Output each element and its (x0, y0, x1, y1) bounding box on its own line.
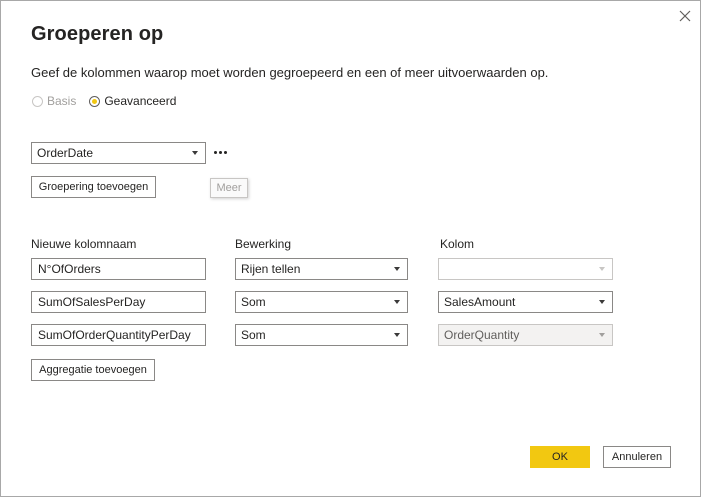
header-column: Kolom (440, 237, 475, 251)
new-column-name-input[interactable] (31, 258, 206, 280)
chevron-down-icon (394, 267, 400, 271)
add-aggregation-button[interactable]: Aggregatie toevoegen (31, 359, 155, 381)
radio-circle (32, 95, 43, 107)
column-dropdown[interactable]: SalesAmount (438, 291, 613, 313)
mode-radio-group: Basis Geavanceerd (32, 94, 189, 108)
operation-value: Som (241, 295, 266, 309)
radio-basic[interactable]: Basis (32, 94, 76, 108)
ok-button[interactable]: OK (530, 446, 590, 468)
radio-selected-dot (92, 98, 98, 104)
new-column-name-input[interactable] (31, 291, 206, 313)
operation-value: Rijen tellen (241, 262, 301, 276)
operation-dropdown[interactable]: Som (235, 324, 408, 346)
chevron-down-icon (599, 267, 605, 271)
chevron-down-icon (192, 151, 198, 155)
grouping-column-value: OrderDate (37, 146, 94, 160)
chevron-down-icon (599, 333, 605, 337)
chevron-down-icon (394, 300, 400, 304)
radio-basic-label: Basis (47, 94, 77, 108)
ellipsis-icon (223, 150, 227, 154)
operation-dropdown[interactable]: Som (235, 291, 408, 313)
grouping-column-dropdown[interactable]: OrderDate (31, 142, 206, 164)
new-column-name-input[interactable] (31, 324, 206, 346)
operation-dropdown[interactable]: Rijen tellen (235, 258, 408, 280)
column-value: OrderQuantity (444, 328, 520, 342)
operation-value: Som (241, 328, 266, 342)
ellipsis-icon (213, 150, 217, 154)
cancel-button[interactable]: Annuleren (603, 446, 671, 468)
radio-circle (89, 95, 101, 107)
column-dropdown[interactable] (438, 258, 613, 280)
more-button[interactable]: Meer (210, 178, 248, 198)
radio-advanced[interactable]: Geavanceerd (89, 94, 176, 108)
column-dropdown[interactable]: OrderQuantity (438, 324, 613, 346)
dialog-title: Groeperen op (31, 23, 164, 45)
radio-advanced-label: Geavanceerd (104, 94, 177, 108)
header-new-column-name: Nieuwe kolomnaam (31, 237, 137, 251)
chevron-down-icon (394, 333, 400, 337)
chevron-down-icon (599, 300, 605, 304)
close-button[interactable] (673, 5, 697, 27)
grouping-more-options-button[interactable] (210, 144, 230, 160)
group-by-dialog: Groeperen op Geef de kolommen waarop moe… (0, 0, 701, 497)
close-icon (679, 10, 691, 22)
header-operation: Bewerking (235, 237, 292, 251)
ellipsis-icon (218, 150, 222, 154)
add-grouping-button[interactable]: Groepering toevoegen (31, 176, 156, 198)
dialog-description: Geef de kolommen waarop moet worden gegr… (31, 65, 549, 80)
column-value: SalesAmount (444, 295, 516, 309)
